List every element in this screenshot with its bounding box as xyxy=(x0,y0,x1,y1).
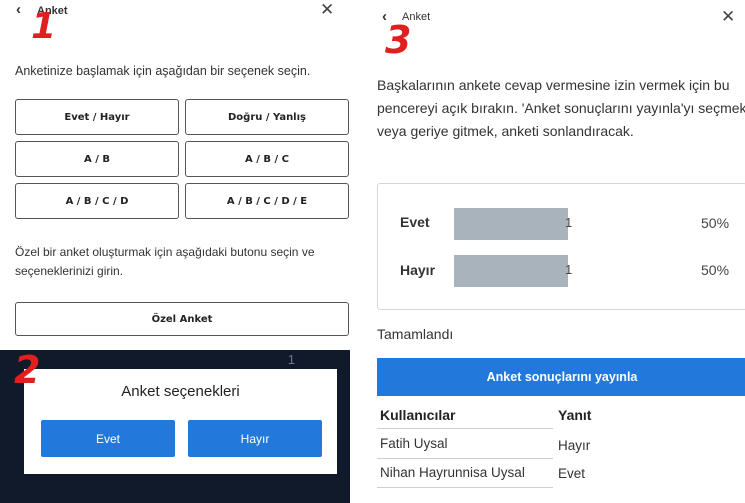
table-divider xyxy=(377,458,553,459)
option-yes-no-button[interactable]: Evet / Hayır xyxy=(15,99,179,135)
result-count-no: 1 xyxy=(565,262,573,277)
step-number-1: 1 xyxy=(31,6,57,47)
poll-options-panel: ‹ Anket ✕ Anketinize başlamak için aşağı… xyxy=(0,0,365,343)
poll-dialog-screen: 1 Anket seçenekleri Evet Hayır xyxy=(0,350,350,503)
result-count-yes: 1 xyxy=(565,215,573,230)
table-cell-user: Nihan Hayrunnisa Uysal xyxy=(380,465,525,480)
table-cell-answer: Evet xyxy=(558,466,586,481)
panel-header: ‹ Anket ✕ xyxy=(14,0,344,22)
option-abc-button[interactable]: A / B / C xyxy=(185,141,349,177)
table-divider xyxy=(377,428,553,429)
step-number-3: 3 xyxy=(385,18,412,62)
option-abcd-button[interactable]: A / B / C / D xyxy=(15,183,179,219)
custom-poll-description: Özel bir anket oluşturmak için aşağıdaki… xyxy=(15,245,315,278)
poll-results-panel: ‹ Anket ✕ Başkalarının ankete cevap verm… xyxy=(368,0,745,503)
chevron-left-icon[interactable]: ‹ xyxy=(16,1,21,18)
step-number-2: 2 xyxy=(14,348,41,392)
result-percent-no: 50% xyxy=(701,262,730,278)
table-cell-user: Fatih Uysal xyxy=(380,436,448,451)
result-percent-yes: 50% xyxy=(701,215,730,231)
results-box: Evet 1 50% Hayır 1 50% xyxy=(377,183,745,310)
results-description: Başkalarının ankete cevap vermesine izin… xyxy=(377,77,745,139)
option-abcde-button[interactable]: A / B / C / D / E xyxy=(185,183,349,219)
option-ab-button[interactable]: A / B xyxy=(15,141,179,177)
no-button[interactable]: Hayır xyxy=(188,420,322,457)
table-cell-answer: Hayır xyxy=(558,438,591,453)
result-bar-no xyxy=(454,255,568,287)
poll-options-dialog: Anket seçenekleri Evet Hayır xyxy=(24,369,337,474)
option-true-false-button[interactable]: Doğru / Yanlış xyxy=(185,99,349,135)
result-label-no: Hayır xyxy=(400,262,436,278)
result-label-yes: Evet xyxy=(400,214,430,230)
yes-button[interactable]: Evet xyxy=(41,420,175,457)
status-text: Tamamlandı xyxy=(377,326,454,342)
result-bar-yes xyxy=(454,208,568,240)
close-icon[interactable]: ✕ xyxy=(721,7,735,27)
custom-poll-button[interactable]: Özel Anket xyxy=(15,302,349,336)
background-number: 1 xyxy=(287,352,295,367)
table-header-users: Kullanıcılar xyxy=(380,407,456,423)
intro-text: Anketinize başlamak için aşağıdan bir se… xyxy=(15,64,311,78)
table-header-answer: Yanıt xyxy=(558,407,592,423)
dialog-title: Anket seçenekleri xyxy=(121,383,240,400)
close-icon[interactable]: ✕ xyxy=(320,0,334,20)
publish-results-button[interactable]: Anket sonuçlarını yayınla xyxy=(377,358,745,396)
table-divider xyxy=(377,487,553,488)
